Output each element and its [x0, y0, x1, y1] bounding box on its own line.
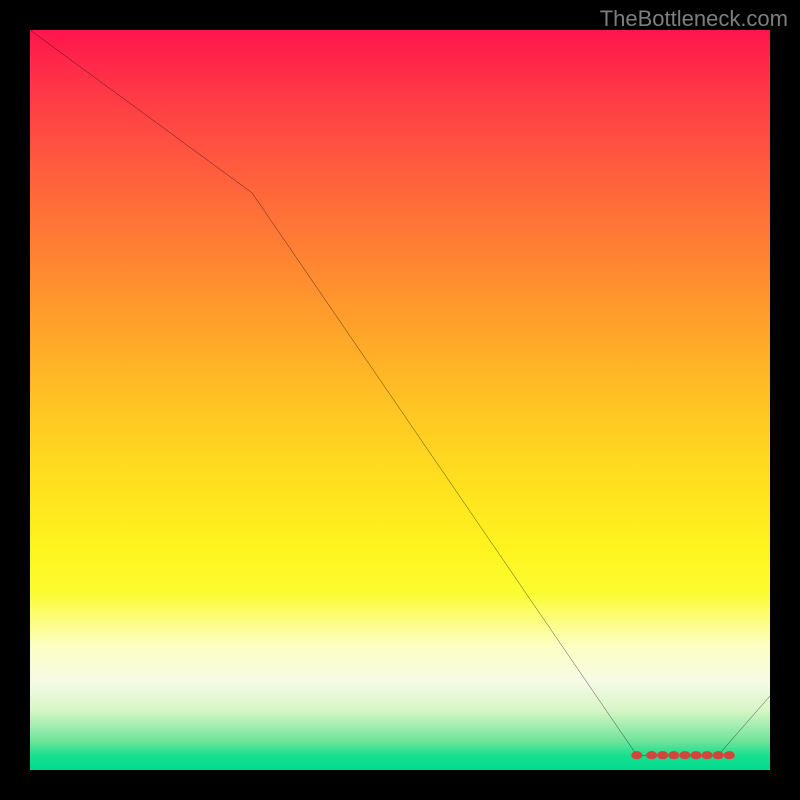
optimal-marker: [679, 751, 690, 759]
optimal-marker: [702, 751, 713, 759]
optimal-marker: [713, 751, 724, 759]
optimal-marker: [657, 751, 668, 759]
attribution-label: TheBottleneck.com: [600, 6, 788, 32]
optimal-marker: [724, 751, 735, 759]
optimal-marker: [631, 751, 642, 759]
plot-area: [30, 30, 770, 770]
optimal-marker: [646, 751, 657, 759]
chart-stage: TheBottleneck.com: [0, 0, 800, 800]
optimal-marker: [668, 751, 679, 759]
optimal-markers: [631, 751, 735, 759]
marker-layer: [30, 30, 770, 770]
optimal-marker: [690, 751, 701, 759]
